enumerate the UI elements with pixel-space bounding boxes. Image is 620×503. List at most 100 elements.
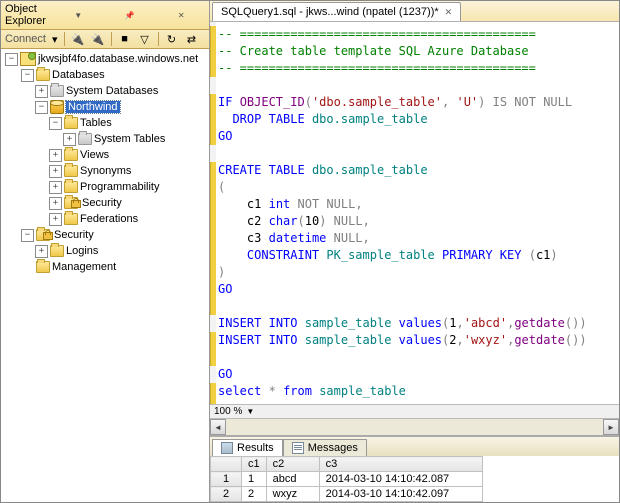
folder-icon xyxy=(50,245,64,257)
tree-system-databases[interactable]: + System Databases xyxy=(1,83,209,99)
tree-security-srv[interactable]: − Security xyxy=(1,227,209,243)
tree-label: Federations xyxy=(80,213,138,225)
lock-icon xyxy=(70,198,80,208)
tree-label: System Tables xyxy=(94,133,165,145)
tree-system-tables[interactable]: + System Tables xyxy=(1,131,209,147)
tree-label: Tables xyxy=(80,117,112,129)
tree-label: Management xyxy=(52,261,116,273)
tab-label: Results xyxy=(237,442,274,454)
tab-results[interactable]: Results xyxy=(212,439,283,456)
tree-databases[interactable]: − Databases xyxy=(1,67,209,83)
close-icon[interactable]: ✕ xyxy=(158,8,206,22)
no-children-icon xyxy=(21,261,34,274)
column-header[interactable]: c1 xyxy=(242,457,267,472)
folder-icon xyxy=(64,181,78,193)
scroll-left-icon[interactable]: ◄ xyxy=(210,419,226,435)
object-explorer-title: Object Explorer xyxy=(5,3,51,27)
document-tab[interactable]: SQLQuery1.sql - jkws...wind (npatel (123… xyxy=(212,2,461,21)
results-tab-row: Results Messages xyxy=(210,437,619,456)
sync-icon[interactable]: ⇄ xyxy=(185,32,199,46)
tree-label: Programmability xyxy=(80,181,159,193)
server-icon xyxy=(20,52,36,66)
database-icon xyxy=(50,100,64,114)
collapse-icon[interactable]: − xyxy=(35,101,48,114)
pin-icon[interactable]: 📌 xyxy=(106,8,154,22)
tree-synonyms[interactable]: + Synonyms xyxy=(1,163,209,179)
connect-icon[interactable]: 🔌 xyxy=(71,32,85,46)
refresh-icon[interactable]: ↻ xyxy=(165,32,179,46)
results-header-row: c1 c2 c3 xyxy=(211,457,483,472)
cell[interactable]: 2014-03-10 14:10:42.097 xyxy=(319,487,482,502)
column-header[interactable]: c3 xyxy=(319,457,482,472)
filter-icon[interactable]: ▽ xyxy=(138,32,152,46)
collapse-icon[interactable]: − xyxy=(21,69,34,82)
expand-icon[interactable]: + xyxy=(63,133,76,146)
tree-programmability[interactable]: + Programmability xyxy=(1,179,209,195)
cell[interactable]: abcd xyxy=(266,472,319,487)
collapse-icon[interactable]: − xyxy=(21,229,34,242)
folder-icon xyxy=(50,85,64,97)
collapse-icon[interactable]: − xyxy=(49,117,62,130)
tree-tables[interactable]: − Tables xyxy=(1,115,209,131)
tree-views[interactable]: + Views xyxy=(1,147,209,163)
object-explorer-tree[interactable]: − jkwsjbf4fo.database.windows.net − Data… xyxy=(1,49,209,502)
folder-icon xyxy=(64,117,78,129)
cell[interactable]: 2 xyxy=(242,487,267,502)
tree-label: Northwind xyxy=(66,101,120,113)
dropdown-icon[interactable]: ▼ xyxy=(55,8,103,22)
connect-label[interactable]: Connect xyxy=(5,33,46,45)
results-grid[interactable]: c1 c2 c3 1 1 abcd 2014-03-10 14:10:42.08… xyxy=(210,456,619,502)
scroll-right-icon[interactable]: ► xyxy=(603,419,619,435)
tree-label: Logins xyxy=(66,245,98,257)
tree-label: Views xyxy=(80,149,109,161)
tree-server-root[interactable]: − jkwsjbf4fo.database.windows.net xyxy=(1,51,209,67)
corner-cell[interactable] xyxy=(211,457,242,472)
tab-messages[interactable]: Messages xyxy=(283,439,367,456)
row-number[interactable]: 1 xyxy=(211,472,242,487)
folder-icon xyxy=(64,165,78,177)
object-explorer-toolbar: Connect▾ 🔌 🔌 ■ ▽ ↻ ⇄ xyxy=(1,30,209,49)
tree-security-db[interactable]: + Security xyxy=(1,195,209,211)
editor-horizontal-scrollbar[interactable]: ◄ ► xyxy=(210,418,619,435)
sql-editor[interactable]: -- =====================================… xyxy=(210,22,619,404)
collapse-icon[interactable]: − xyxy=(5,53,18,66)
tree-logins[interactable]: + Logins xyxy=(1,243,209,259)
row-number[interactable]: 2 xyxy=(211,487,242,502)
disconnect-icon[interactable]: 🔌 xyxy=(91,32,105,46)
tree-management[interactable]: Management xyxy=(1,259,209,275)
tab-label: Messages xyxy=(308,442,358,454)
document-tab-row: SQLQuery1.sql - jkws...wind (npatel (123… xyxy=(210,1,619,22)
expand-icon[interactable]: + xyxy=(35,245,48,258)
tree-label: Synonyms xyxy=(80,165,131,177)
lock-icon xyxy=(42,230,52,240)
expand-icon[interactable]: + xyxy=(35,85,48,98)
folder-icon xyxy=(78,133,92,145)
zoom-dropdown-icon[interactable]: ▼ xyxy=(246,407,254,416)
document-tab-label: SQLQuery1.sql - jkws...wind (npatel (123… xyxy=(221,6,439,18)
tree-federations[interactable]: + Federations xyxy=(1,211,209,227)
column-header[interactable]: c2 xyxy=(266,457,319,472)
expand-icon[interactable]: + xyxy=(49,149,62,162)
zoom-value[interactable]: 100 % xyxy=(214,406,242,417)
folder-icon xyxy=(36,69,50,81)
cell[interactable]: wxyz xyxy=(266,487,319,502)
close-tab-icon[interactable]: ✕ xyxy=(445,7,453,18)
zoom-bar: 100 % ▼ xyxy=(210,404,619,418)
table-row[interactable]: 2 2 wxyz 2014-03-10 14:10:42.097 xyxy=(211,487,483,502)
tree-label: jkwsjbf4fo.database.windows.net xyxy=(38,53,198,65)
tree-northwind[interactable]: − Northwind xyxy=(1,99,209,115)
tree-label: Security xyxy=(82,197,122,209)
stop-icon[interactable]: ■ xyxy=(118,32,132,46)
expand-icon[interactable]: + xyxy=(49,213,62,226)
expand-icon[interactable]: + xyxy=(49,165,62,178)
expand-icon[interactable]: + xyxy=(49,181,62,194)
cell[interactable]: 2014-03-10 14:10:42.087 xyxy=(319,472,482,487)
cell[interactable]: 1 xyxy=(242,472,267,487)
folder-icon xyxy=(36,261,50,273)
expand-icon[interactable]: + xyxy=(49,197,62,210)
tree-label: Databases xyxy=(52,69,105,81)
folder-icon xyxy=(64,213,78,225)
table-row[interactable]: 1 1 abcd 2014-03-10 14:10:42.087 xyxy=(211,472,483,487)
folder-icon xyxy=(64,149,78,161)
grid-icon xyxy=(221,442,233,454)
